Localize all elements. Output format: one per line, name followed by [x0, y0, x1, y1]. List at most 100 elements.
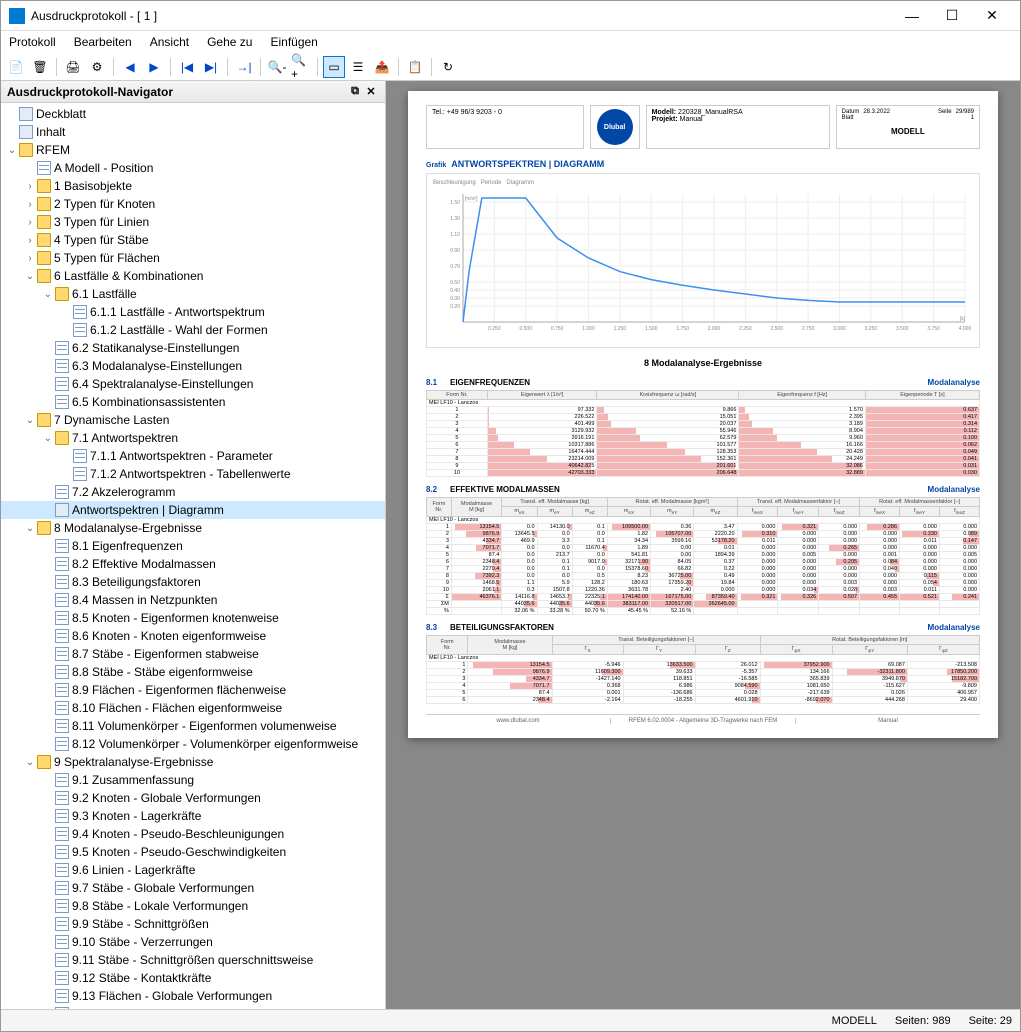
new-doc-icon[interactable]: 📄 [5, 56, 27, 78]
tree-item[interactable]: ⌄7 Dynamische Lasten [1, 411, 385, 429]
menu-protokoll[interactable]: Protokoll [9, 35, 56, 49]
goto-icon[interactable]: →| [233, 56, 255, 78]
svg-text:0.90: 0.90 [450, 248, 460, 254]
tree-item[interactable]: 6.1.2 Lastfälle - Wahl der Formen [1, 321, 385, 339]
tbl-icon [73, 467, 87, 481]
tree-item[interactable]: 7.1.1 Antwortspektren - Parameter [1, 447, 385, 465]
tree-item[interactable]: 9.2 Knoten - Globale Verformungen [1, 789, 385, 807]
tree-item[interactable]: 9.3 Knoten - Lagerkräfte [1, 807, 385, 825]
tree-item[interactable]: 9.9 Stäbe - Schnittgrößen [1, 915, 385, 933]
print-setup-icon[interactable]: ⚙ [86, 56, 108, 78]
menu-ansicht[interactable]: Ansicht [150, 35, 189, 49]
tree-item[interactable]: 8.9 Flächen - Eigenformen flächenweise [1, 681, 385, 699]
tree-item[interactable]: 9.11 Stäbe - Schnittgrößen querschnittsw… [1, 951, 385, 969]
select-icon[interactable]: ▭ [323, 56, 345, 78]
refresh-icon[interactable]: ↻ [437, 56, 459, 78]
preview-area[interactable]: Tel.: +49 96/3 9203 - 0 Dlubal Modell: 2… [386, 81, 1020, 1009]
tree-item[interactable]: 8.6 Knoten - Knoten eigenformweise [1, 627, 385, 645]
tree-item[interactable]: Inhalt [1, 123, 385, 141]
delete-doc-icon[interactable]: 🗑 [29, 56, 51, 78]
tree-item[interactable]: 7.1.2 Antwortspektren - Tabellenwerte [1, 465, 385, 483]
prev-icon[interactable]: ◀ [119, 56, 141, 78]
zoom-in-icon[interactable]: 🔍+ [290, 56, 312, 78]
tree-item[interactable]: ›4 Typen für Stäbe [1, 231, 385, 249]
tbl-icon [55, 485, 69, 499]
tree-item[interactable]: ⌄RFEM [1, 141, 385, 159]
tree-item[interactable]: 9.12 Stäbe - Kontaktkräfte [1, 969, 385, 987]
tbl-icon [55, 683, 69, 697]
tree-item[interactable]: 8.11 Volumenkörper - Eigenformen volumen… [1, 717, 385, 735]
item-icon [19, 125, 33, 139]
tree-item[interactable]: 9.6 Linien - Lagerkräfte [1, 861, 385, 879]
tree-item[interactable]: 9.5 Knoten - Pseudo-Geschwindigkeiten [1, 843, 385, 861]
tree-item[interactable]: 6.3 Modalanalyse-Einstellungen [1, 357, 385, 375]
tree-item[interactable]: 6.2 Statikanalyse-Einstellungen [1, 339, 385, 357]
tbl-icon [55, 539, 69, 553]
minimize-button[interactable]: — [892, 1, 932, 31]
svg-text:1.50: 1.50 [450, 200, 460, 206]
tree-item[interactable]: Antwortspektren | Diagramm [1, 501, 385, 519]
zoom-out-icon[interactable]: 🔍- [266, 56, 288, 78]
tree-item[interactable]: 9.4 Knoten - Pseudo-Beschleunigungen [1, 825, 385, 843]
eigenfrequenzen-table: Form Nr.Eigenwert λ [1/s²]Kreisfrequenz … [426, 390, 980, 477]
tree-item[interactable]: 9.13 Flächen - Globale Verformungen [1, 987, 385, 1005]
float-icon[interactable]: ⧉ [347, 84, 363, 100]
svg-text:[m/s²]: [m/s²] [465, 196, 478, 202]
next-icon[interactable]: ▶ [143, 56, 165, 78]
folder-icon [37, 413, 51, 427]
tree-item[interactable]: 9.1 Zusammenfassung [1, 771, 385, 789]
tbl-icon [55, 629, 69, 643]
tree-item[interactable]: 6.5 Kombinationsassistenten [1, 393, 385, 411]
tree-item[interactable]: 8.1 Eigenfrequenzen [1, 537, 385, 555]
tree-item[interactable]: 6.4 Spektralanalyse-Einstellungen [1, 375, 385, 393]
last-icon[interactable]: ▶| [200, 56, 222, 78]
tree-item[interactable]: 8.3 Beteiligungsfaktoren [1, 573, 385, 591]
tbl-icon [37, 161, 51, 175]
first-icon[interactable]: |◀ [176, 56, 198, 78]
print-icon[interactable]: 🖨 [62, 56, 84, 78]
menu-gehezu[interactable]: Gehe zu [207, 35, 252, 49]
tree-item[interactable]: 8.8 Stäbe - Stäbe eigenformweise [1, 663, 385, 681]
tree-item[interactable]: Deckblatt [1, 105, 385, 123]
svg-text:1.000: 1.000 [582, 326, 595, 332]
menu-einfuegen[interactable]: Einfügen [270, 35, 317, 49]
maximize-button[interactable]: ☐ [932, 1, 972, 31]
folder-icon [19, 143, 33, 157]
tree-item[interactable]: ›3 Typen für Linien [1, 213, 385, 231]
tree-item[interactable]: ⌄9 Spektralanalyse-Ergebnisse [1, 753, 385, 771]
navigator-tree[interactable]: DeckblattInhalt⌄RFEMA Modell - Position›… [1, 103, 385, 1009]
tree-item[interactable]: 8.7 Stäbe - Eigenformen stabweise [1, 645, 385, 663]
tree-item[interactable]: 6.1.1 Lastfälle - Antwortspektrum [1, 303, 385, 321]
tree-item[interactable]: ⌄6 Lastfälle & Kombinationen [1, 267, 385, 285]
tree-item[interactable]: 9.10 Stäbe - Verzerrungen [1, 933, 385, 951]
tree-item[interactable]: 9.8 Stäbe - Lokale Verformungen [1, 897, 385, 915]
tree-item[interactable]: ⌄6.1 Lastfälle [1, 285, 385, 303]
tree-item[interactable]: 9.7 Stäbe - Globale Verformungen [1, 879, 385, 897]
tree-item[interactable]: ⌄7.1 Antwortspektren [1, 429, 385, 447]
modalmassen-table: FormNr.ModalmasseM [kg]Transl. eff. Moda… [426, 497, 980, 615]
close-button[interactable]: ✕ [972, 1, 1012, 31]
list-icon[interactable]: ☰ [347, 56, 369, 78]
tree-item[interactable]: 8.10 Flächen - Flächen eigenformweise [1, 699, 385, 717]
tree-item[interactable]: ›1 Basisobjekte [1, 177, 385, 195]
export-icon[interactable]: 📤 [371, 56, 393, 78]
tree-item[interactable]: 8.5 Knoten - Eigenformen knotenweise [1, 609, 385, 627]
svg-text:3.250: 3.250 [865, 326, 878, 332]
tree-item[interactable]: 8.12 Volumenkörper - Volumenkörper eigen… [1, 735, 385, 753]
tbl-icon [55, 557, 69, 571]
svg-text:0.30: 0.30 [450, 296, 460, 302]
tbl-icon [55, 719, 69, 733]
tree-item[interactable]: ›2 Typen für Knoten [1, 195, 385, 213]
menu-bearbeiten[interactable]: Bearbeiten [74, 35, 132, 49]
tree-item[interactable]: 8.2 Effektive Modalmassen [1, 555, 385, 573]
tree-item[interactable]: 7.2 Akzelerogramm [1, 483, 385, 501]
tree-item[interactable]: ›5 Typen für Flächen [1, 249, 385, 267]
svg-text:2.000: 2.000 [708, 326, 721, 332]
tree-item[interactable]: A Modell - Position [1, 159, 385, 177]
statusbar: MODELL Seiten: 989 Seite: 29 [1, 1009, 1020, 1031]
close-panel-icon[interactable]: ✕ [363, 84, 379, 100]
copy-icon[interactable]: 📋 [404, 56, 426, 78]
tree-item[interactable]: 8.4 Massen in Netzpunkten [1, 591, 385, 609]
tree-item[interactable]: ⌄8 Modalanalyse-Ergebnisse [1, 519, 385, 537]
tbl-icon [55, 359, 69, 373]
